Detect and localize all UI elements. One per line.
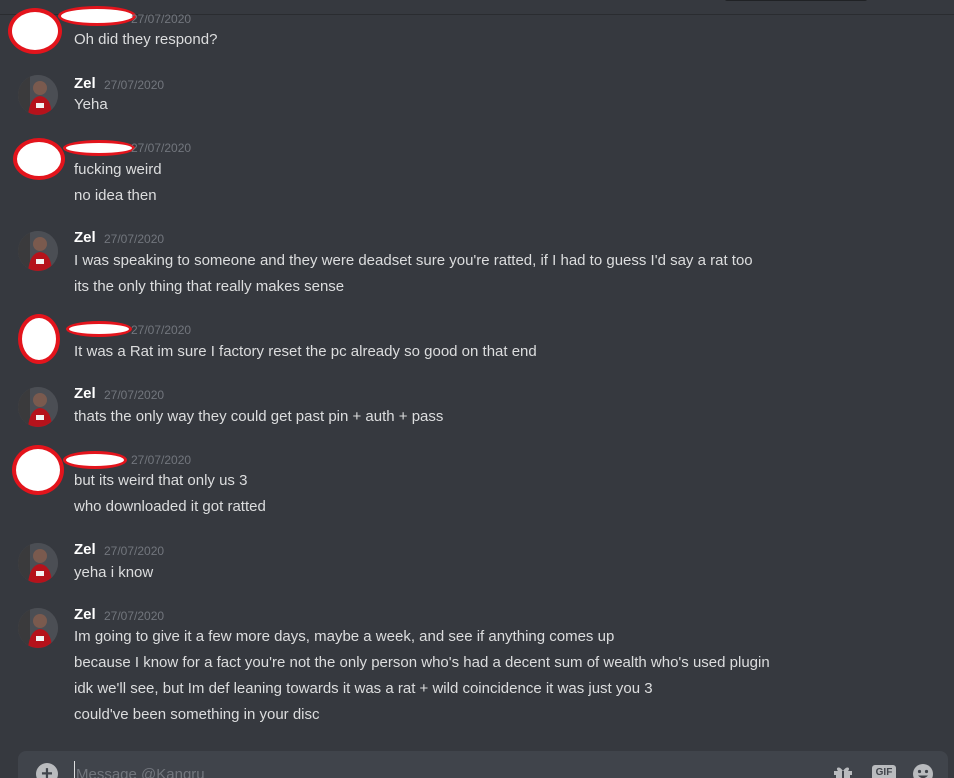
- message-text: yeha i know: [74, 564, 154, 581]
- avatar-image: [18, 75, 58, 115]
- avatar-redacted[interactable]: [12, 445, 64, 495]
- username[interactable]: Zel: [74, 385, 96, 403]
- gift-icon[interactable]: [832, 763, 854, 778]
- message-group: Zel 27/07/2020 I was speaking to someone…: [0, 229, 954, 299]
- gif-icon[interactable]: GIF: [872, 765, 896, 778]
- message-group: Zel 27/07/2020 yeha i know: [0, 541, 954, 586]
- message-text: because I know for a fact you're not the…: [74, 654, 770, 671]
- message-text: I was speaking to someone and they were …: [74, 252, 753, 269]
- username-redacted[interactable]: [63, 140, 135, 156]
- username[interactable]: Zel: [74, 75, 96, 93]
- avatar-image: [18, 387, 58, 427]
- emoji-icon[interactable]: [912, 763, 934, 778]
- avatar-image: [18, 543, 58, 583]
- message-group: 27/07/2020 It was a Rat im sure I factor…: [0, 313, 954, 367]
- message-input[interactable]: [74, 761, 778, 778]
- username-redacted[interactable]: [58, 6, 136, 26]
- username[interactable]: Zel: [74, 541, 96, 559]
- message-group: Zel 27/07/2020 Yeha: [0, 73, 954, 118]
- avatar-redacted[interactable]: [8, 8, 62, 54]
- avatar-zel[interactable]: [18, 608, 58, 648]
- avatar-zel[interactable]: [18, 543, 58, 583]
- plus-circle-icon[interactable]: +: [36, 763, 58, 778]
- username[interactable]: Zel: [74, 229, 96, 247]
- message-text: idk we'll see, but Im def leaning toward…: [74, 680, 653, 697]
- message-timestamp: 27/07/2020: [104, 232, 165, 246]
- message-text: its the only thing that really makes sen…: [74, 278, 345, 295]
- message-text: no idea then: [74, 187, 157, 204]
- avatar-image: [18, 608, 58, 648]
- avatar-zel[interactable]: [18, 75, 58, 115]
- message-composer: + GIF: [18, 751, 948, 778]
- message-group: 27/07/2020 fucking weird no idea then: [0, 136, 954, 206]
- message-text: Oh did they respond?: [74, 31, 218, 48]
- message-text: fucking weird: [74, 161, 162, 178]
- message-timestamp: 27/07/2020: [131, 453, 192, 467]
- message-timestamp: 27/07/2020: [131, 141, 192, 155]
- message-timestamp: 27/07/2020: [104, 544, 165, 558]
- message-text: thats the only way they could get past p…: [74, 408, 444, 425]
- message-group: 27/07/2020 but its weird that only us 3 …: [0, 443, 954, 523]
- message-timestamp: 27/07/2020: [131, 12, 192, 26]
- avatar-image: [18, 231, 58, 271]
- message-group: 27/07/2020 Oh did they respond?: [0, 0, 954, 60]
- dm-chat-window: 27/07/2020 Oh did they respond? Zel 27/0…: [0, 0, 954, 778]
- message-timestamp: 27/07/2020: [104, 388, 165, 402]
- message-text: could've been something in your disc: [74, 706, 320, 723]
- message-group: Zel 27/07/2020 Im going to give it a few…: [0, 606, 954, 736]
- message-text: Im going to give it a few more days, may…: [74, 628, 615, 645]
- avatar-redacted[interactable]: [18, 314, 60, 364]
- message-timestamp: 27/07/2020: [131, 323, 192, 337]
- message-group: Zel 27/07/2020 thats the only way they c…: [0, 385, 954, 430]
- message-timestamp: 27/07/2020: [104, 78, 165, 92]
- message-text: but its weird that only us 3: [74, 472, 248, 489]
- avatar-redacted[interactable]: [13, 138, 65, 180]
- avatar-zel[interactable]: [18, 387, 58, 427]
- username-redacted[interactable]: [63, 451, 127, 469]
- message-text: who downloaded it got ratted: [74, 498, 266, 515]
- message-timestamp: 27/07/2020: [104, 609, 165, 623]
- message-text: It was a Rat im sure I factory reset the…: [74, 343, 537, 360]
- username[interactable]: Zel: [74, 606, 96, 624]
- username-redacted[interactable]: [66, 321, 132, 337]
- message-text: Yeha: [74, 96, 108, 113]
- avatar-zel[interactable]: [18, 231, 58, 271]
